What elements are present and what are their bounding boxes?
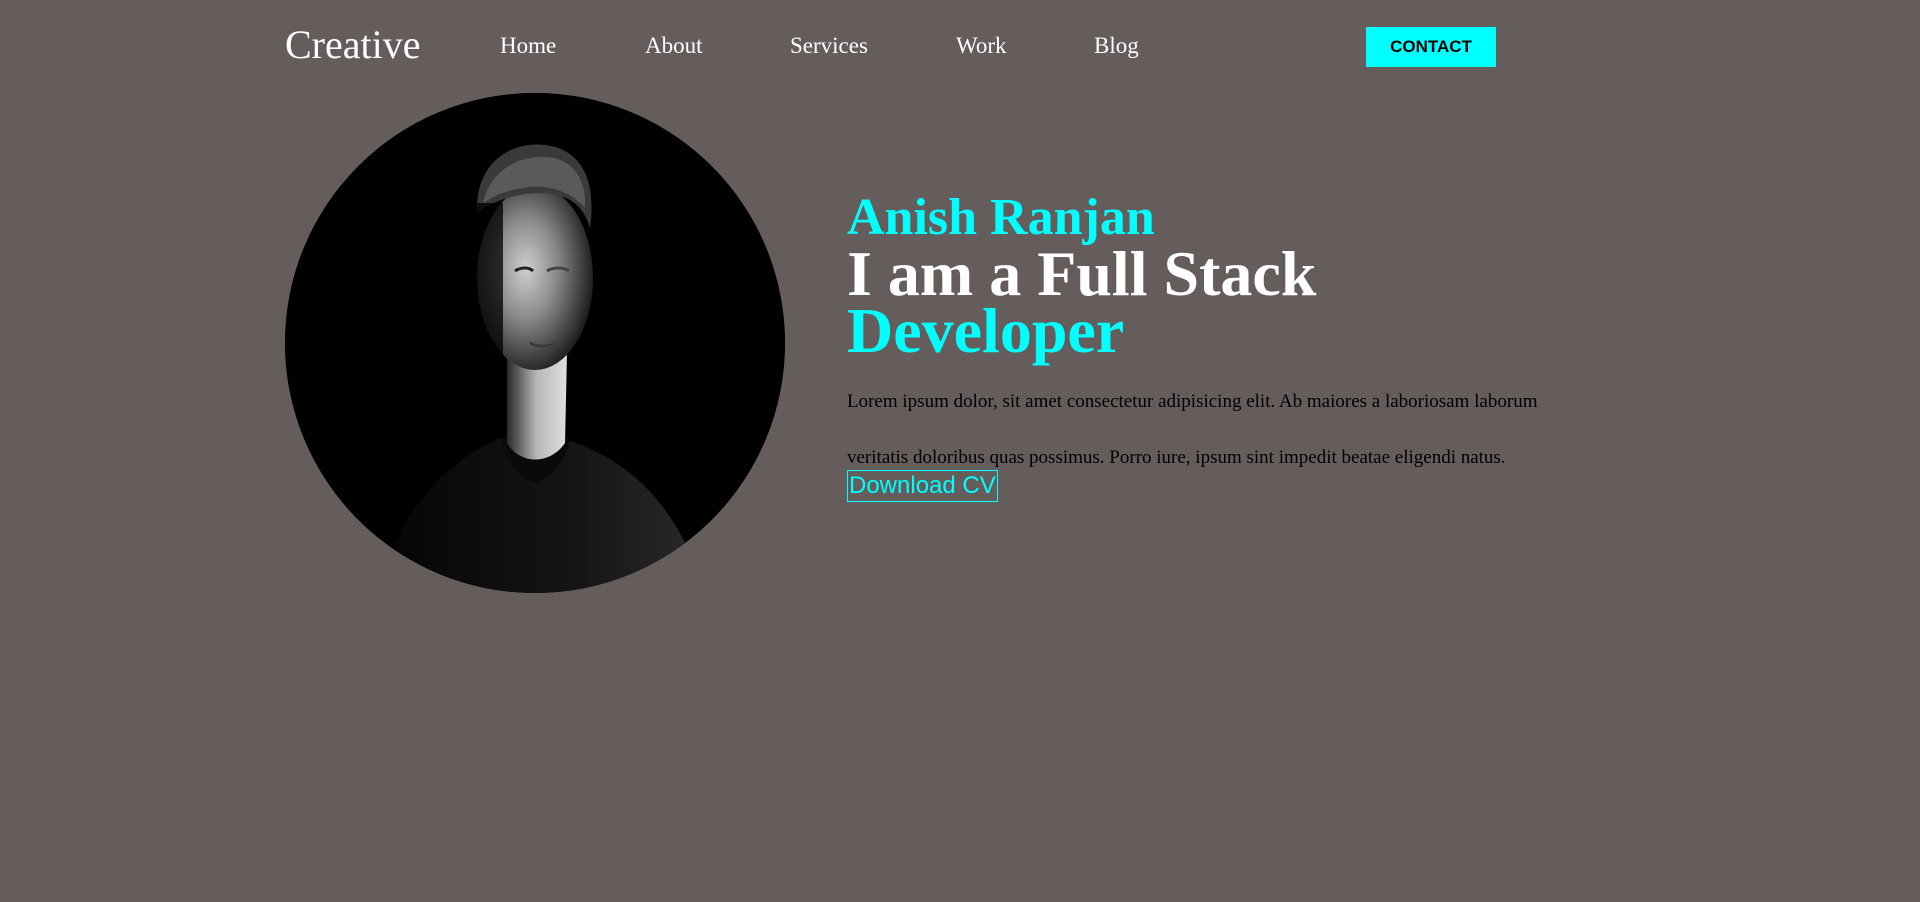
site-logo[interactable]: Creative [285,21,421,69]
download-cv-button[interactable]: Download CV [847,470,998,502]
contact-button[interactable]: CONTACT [1366,27,1496,67]
profile-photo [285,93,785,593]
nav-link-services[interactable]: Services [790,32,868,60]
profile-photo-illustration [285,93,785,593]
nav-link-blog[interactable]: Blog [1094,32,1139,60]
hero-description-line1: Lorem ipsum dolor, sit amet consectetur … [847,391,1538,412]
nav-link-home[interactable]: Home [500,32,556,60]
hero-title-line2: Developer [847,295,1125,366]
nav-link-work[interactable]: Work [956,32,1007,60]
nav-link-about[interactable]: About [645,32,703,60]
